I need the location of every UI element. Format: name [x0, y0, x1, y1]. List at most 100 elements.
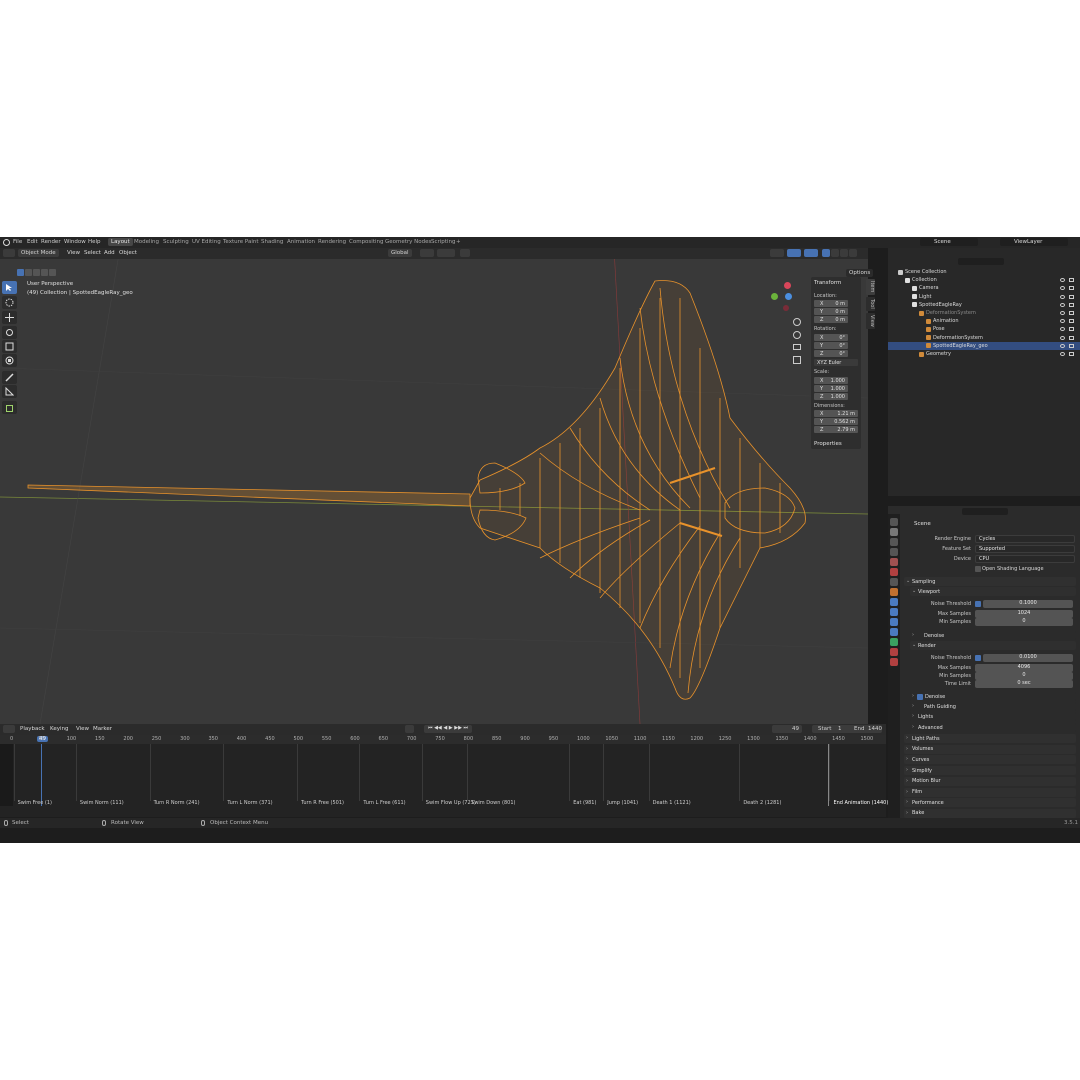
frame-range-field[interactable]: Start 1 End 1440 — [812, 725, 882, 733]
tab-animation[interactable]: Animation — [284, 238, 318, 246]
editor-type-button[interactable] — [3, 249, 15, 257]
object-tab-icon[interactable] — [890, 588, 898, 596]
texture-tab-icon[interactable] — [890, 658, 898, 666]
timeline-marker[interactable]: Turn R Free (501) — [301, 800, 344, 806]
add-cube-tool-button[interactable] — [2, 401, 17, 414]
move-tool-button[interactable] — [2, 311, 17, 324]
blender-logo-icon[interactable] — [3, 239, 10, 246]
r-denoise-subsection[interactable]: › Denoise — [910, 692, 1076, 701]
timeline-marker[interactable]: Turn L Norm (371) — [227, 800, 272, 806]
viewport-menu-select[interactable]: Select — [84, 250, 101, 256]
render-camera-icon[interactable] — [1069, 335, 1074, 340]
snap-button[interactable] — [437, 249, 455, 257]
rotation-z-field[interactable]: Z 0° — [814, 350, 848, 357]
data-tab-icon[interactable] — [890, 638, 898, 646]
visibility-eye-icon[interactable] — [1060, 286, 1065, 291]
dimensions-z-field[interactable]: Z 2.79 m — [814, 426, 858, 433]
select-invert-icon[interactable] — [41, 269, 48, 276]
modifier-tab-icon[interactable] — [890, 598, 898, 606]
select-extend-icon[interactable] — [25, 269, 32, 276]
sampling-section[interactable]: ⌄ Sampling — [904, 577, 1076, 586]
r-noise-threshold-checkbox[interactable] — [975, 655, 981, 661]
render-camera-icon[interactable] — [1069, 278, 1074, 283]
gizmo-toggle-button[interactable] — [787, 249, 801, 257]
rotation-x-field[interactable]: X 0° — [814, 334, 848, 341]
physics-tab-icon[interactable] — [890, 618, 898, 626]
render-camera-icon[interactable] — [1069, 302, 1074, 307]
pivot-point-button[interactable] — [420, 249, 434, 257]
visibility-eye-icon[interactable] — [1060, 302, 1065, 307]
render-camera-icon[interactable] — [1069, 286, 1074, 291]
gizmo-y-icon[interactable] — [785, 293, 792, 300]
visibility-button[interactable] — [770, 249, 784, 257]
visibility-eye-icon[interactable] — [1060, 311, 1065, 315]
playback-controls[interactable]: ⏮ ◀◀ ◀ ▶ ▶▶ ⏭ — [424, 725, 472, 733]
viewport-menu-view[interactable]: View — [67, 250, 80, 256]
viewport-menu-add[interactable]: Add — [104, 250, 115, 256]
world-tab-icon[interactable] — [890, 568, 898, 576]
grid-view-icon[interactable] — [793, 356, 801, 364]
transform-tool-button[interactable] — [2, 354, 17, 367]
tab-tool[interactable]: Tool — [866, 297, 875, 311]
feature-set-dropdown[interactable]: Supported — [975, 545, 1075, 553]
vp-noise-threshold-field[interactable]: 0.1000 — [983, 600, 1073, 608]
timeline-marker[interactable]: Turn R Norm (241) — [154, 800, 200, 806]
render-engine-dropdown[interactable]: Cycles — [975, 535, 1075, 543]
render-camera-icon[interactable] — [1069, 294, 1074, 299]
timeline-marker[interactable]: Death 1 (1121) — [653, 800, 691, 806]
viewport-menu-object[interactable]: Object — [119, 250, 137, 256]
camera-view-icon[interactable] — [793, 344, 801, 350]
select-subtract-icon[interactable] — [33, 269, 40, 276]
advanced-subsection[interactable]: › Advanced — [910, 723, 1076, 732]
properties-panel-title[interactable]: Properties — [814, 441, 842, 447]
scale-y-field[interactable]: Y 1.000 — [814, 385, 848, 392]
tab-view[interactable]: View — [866, 313, 875, 329]
rendered-shading-button[interactable] — [849, 249, 857, 257]
material-tab-icon[interactable] — [890, 648, 898, 656]
viewport-subsection[interactable]: ⌄ Viewport — [910, 587, 1076, 596]
timeline-marker[interactable]: Swim Norm (111) — [80, 800, 124, 806]
constraints-tab-icon[interactable] — [890, 628, 898, 636]
timeline-marker[interactable]: Swim Free (1) — [18, 800, 52, 806]
section-film[interactable]: › Film — [904, 787, 1076, 797]
menu-render[interactable]: Render — [41, 239, 61, 245]
object-mode-dropdown[interactable]: Object Mode — [18, 249, 59, 257]
outliner-row[interactable]: Light — [888, 293, 1080, 301]
vp-max-samples-field[interactable]: 1024 — [975, 610, 1073, 618]
overlay-toggle-button[interactable] — [804, 249, 818, 257]
tool-tab-icon[interactable] — [890, 518, 898, 526]
outliner-row[interactable]: Animation — [888, 317, 1080, 325]
outliner-row[interactable]: Geometry — [888, 350, 1080, 358]
timeline-editor-type-button[interactable] — [3, 725, 15, 733]
location-z-field[interactable]: Z 0 m — [814, 316, 848, 323]
proportional-edit-button[interactable] — [460, 249, 470, 257]
vp-min-samples-field[interactable]: 0 — [975, 618, 1073, 626]
gizmo-z-icon[interactable] — [771, 293, 778, 300]
collection-tab-icon[interactable] — [890, 578, 898, 586]
select-tool-button[interactable] — [2, 281, 17, 294]
viewlayer-selector[interactable]: ViewLayer — [1000, 238, 1068, 246]
visibility-eye-icon[interactable] — [1060, 335, 1065, 340]
view-layer-tab-icon[interactable] — [890, 548, 898, 556]
tab-shading[interactable]: Shading — [258, 238, 286, 246]
output-tab-icon[interactable] — [890, 538, 898, 546]
tab-geometry-nodes[interactable]: Geometry Nodes — [382, 238, 434, 246]
tab-layout[interactable]: Layout — [108, 238, 133, 246]
tab-rendering[interactable]: Rendering — [315, 238, 349, 246]
scale-z-field[interactable]: Z 1.000 — [814, 393, 848, 400]
wireframe-shading-button[interactable] — [822, 249, 830, 257]
vp-denoise-subsection[interactable]: › Denoise — [910, 631, 1076, 640]
time-limit-field[interactable]: 0 sec — [975, 680, 1073, 688]
menu-window[interactable]: Window — [64, 239, 86, 245]
tab-compositing[interactable]: Compositing — [346, 238, 386, 246]
scale-tool-button[interactable] — [2, 340, 17, 353]
rotation-mode-dropdown[interactable]: XYZ Euler — [814, 359, 858, 366]
transform-panel-title[interactable]: Transform — [814, 280, 841, 286]
solid-shading-button[interactable] — [831, 249, 839, 257]
timeline-view-menu[interactable]: View — [76, 726, 89, 732]
section-motion-blur[interactable]: › Motion Blur — [904, 776, 1076, 786]
properties-search[interactable] — [962, 508, 1008, 515]
render-camera-icon[interactable] — [1069, 352, 1074, 356]
r-max-samples-field[interactable]: 4096 — [975, 664, 1073, 672]
outliner-row[interactable]: SpottedEagleRay — [888, 301, 1080, 309]
